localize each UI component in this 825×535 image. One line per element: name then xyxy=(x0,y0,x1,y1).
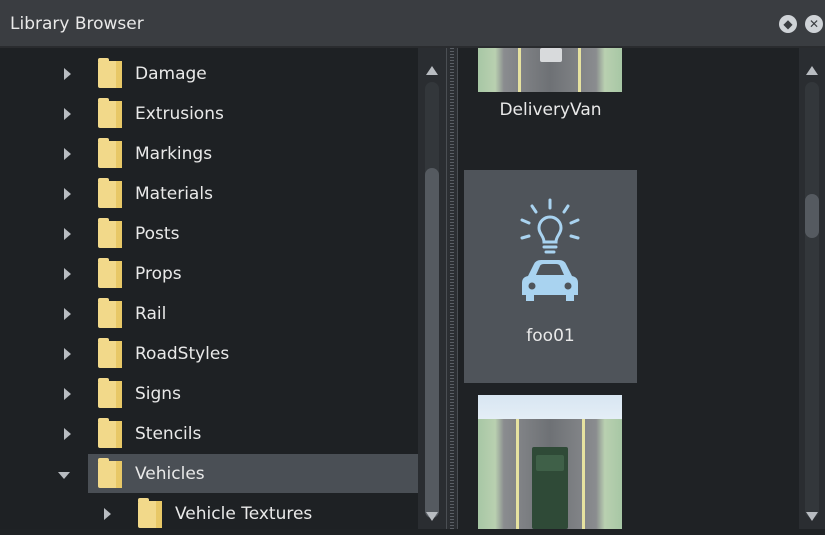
panel-splitter[interactable] xyxy=(446,48,458,529)
tree-item-label: RoadStyles xyxy=(135,344,230,364)
folder-icon xyxy=(98,418,122,448)
expand-arrow-icon[interactable] xyxy=(104,508,111,520)
folder-icon xyxy=(98,218,122,248)
tree-item-label: Signs xyxy=(135,384,181,404)
expand-arrow-icon[interactable] xyxy=(64,308,71,320)
scroll-down-icon[interactable] xyxy=(806,512,818,521)
tree-item-label: Vehicles xyxy=(135,464,205,484)
tile-label: foo01 xyxy=(526,326,575,346)
light-bulb-car-icon xyxy=(520,198,580,301)
title-bar: Library Browser ◆ ✕ xyxy=(0,0,825,48)
tree-item-label: Materials xyxy=(135,184,213,204)
window-title: Library Browser xyxy=(10,14,144,34)
tiles-scrollbar[interactable] xyxy=(799,48,825,529)
expand-arrow-icon[interactable] xyxy=(64,68,71,80)
expand-arrow-icon[interactable] xyxy=(64,428,71,440)
expand-arrow-icon[interactable] xyxy=(64,148,71,160)
tree-item-stencils[interactable]: Stencils xyxy=(0,416,418,455)
tree-item-label: Markings xyxy=(135,144,213,164)
scroll-track[interactable] xyxy=(805,82,819,518)
scroll-thumb[interactable] xyxy=(425,168,439,518)
tile-label: DeliveryVan xyxy=(499,100,602,120)
tree-item-damage[interactable]: Damage xyxy=(0,56,418,95)
expand-arrow-icon[interactable] xyxy=(64,388,71,400)
tile-deliveryvan[interactable]: DeliveryVan xyxy=(464,48,637,158)
tree-item-markings[interactable]: Markings xyxy=(0,136,418,175)
tree-item-label: Damage xyxy=(135,64,207,84)
folder-icon xyxy=(98,378,122,408)
folder-icon xyxy=(98,258,122,288)
scroll-up-icon[interactable] xyxy=(426,66,438,75)
folder-icon xyxy=(98,338,122,368)
truck-thumbnail xyxy=(478,395,622,529)
tree-item-label: Vehicle Textures xyxy=(175,504,313,524)
folder-icon xyxy=(98,98,122,128)
close-icon[interactable]: ✕ xyxy=(805,15,823,33)
tree-item-vehicle-textures[interactable]: Vehicle Textures xyxy=(0,496,418,535)
folder-icon xyxy=(138,498,162,528)
float-icon[interactable]: ◆ xyxy=(779,15,797,33)
tree-item-roadstyles[interactable]: RoadStyles xyxy=(0,336,418,375)
expand-arrow-icon[interactable] xyxy=(64,348,71,360)
tree-item-label: Stencils xyxy=(135,424,202,444)
tree-scrollbar[interactable] xyxy=(418,48,446,529)
scroll-down-icon[interactable] xyxy=(426,512,438,521)
expand-arrow-icon[interactable] xyxy=(64,108,71,120)
expand-arrow-icon[interactable] xyxy=(64,268,71,280)
scroll-thumb[interactable] xyxy=(805,194,819,238)
tree-item-label: Posts xyxy=(135,224,180,244)
folder-icon xyxy=(98,138,122,168)
expand-arrow-icon[interactable] xyxy=(64,188,71,200)
tree-item-posts[interactable]: Posts xyxy=(0,216,418,255)
folder-tree: Damage Extrusions Markings Materials Pos… xyxy=(0,48,418,529)
scroll-up-icon[interactable] xyxy=(806,66,818,75)
tree-item-extrusions[interactable]: Extrusions xyxy=(0,96,418,135)
tree-item-rail[interactable]: Rail xyxy=(0,296,418,335)
folder-icon xyxy=(98,458,122,488)
tile-foo01[interactable]: foo01 xyxy=(464,170,637,383)
asset-tiles: DeliveryVan foo01 xyxy=(458,48,799,529)
tree-item-vehicles[interactable]: Vehicles xyxy=(0,456,418,495)
tree-item-label: Extrusions xyxy=(135,104,224,124)
tree-item-label: Rail xyxy=(135,304,167,324)
tile-truck[interactable] xyxy=(464,395,637,529)
tree-item-label: Props xyxy=(135,264,182,284)
folder-icon xyxy=(98,178,122,208)
tree-item-materials[interactable]: Materials xyxy=(0,176,418,215)
folder-icon xyxy=(98,298,122,328)
expand-arrow-icon[interactable] xyxy=(64,228,71,240)
folder-icon xyxy=(98,58,122,88)
tree-item-signs[interactable]: Signs xyxy=(0,376,418,415)
collapse-arrow-icon[interactable] xyxy=(58,472,70,479)
vehicle-thumbnail xyxy=(478,48,622,92)
tree-item-props[interactable]: Props xyxy=(0,256,418,295)
